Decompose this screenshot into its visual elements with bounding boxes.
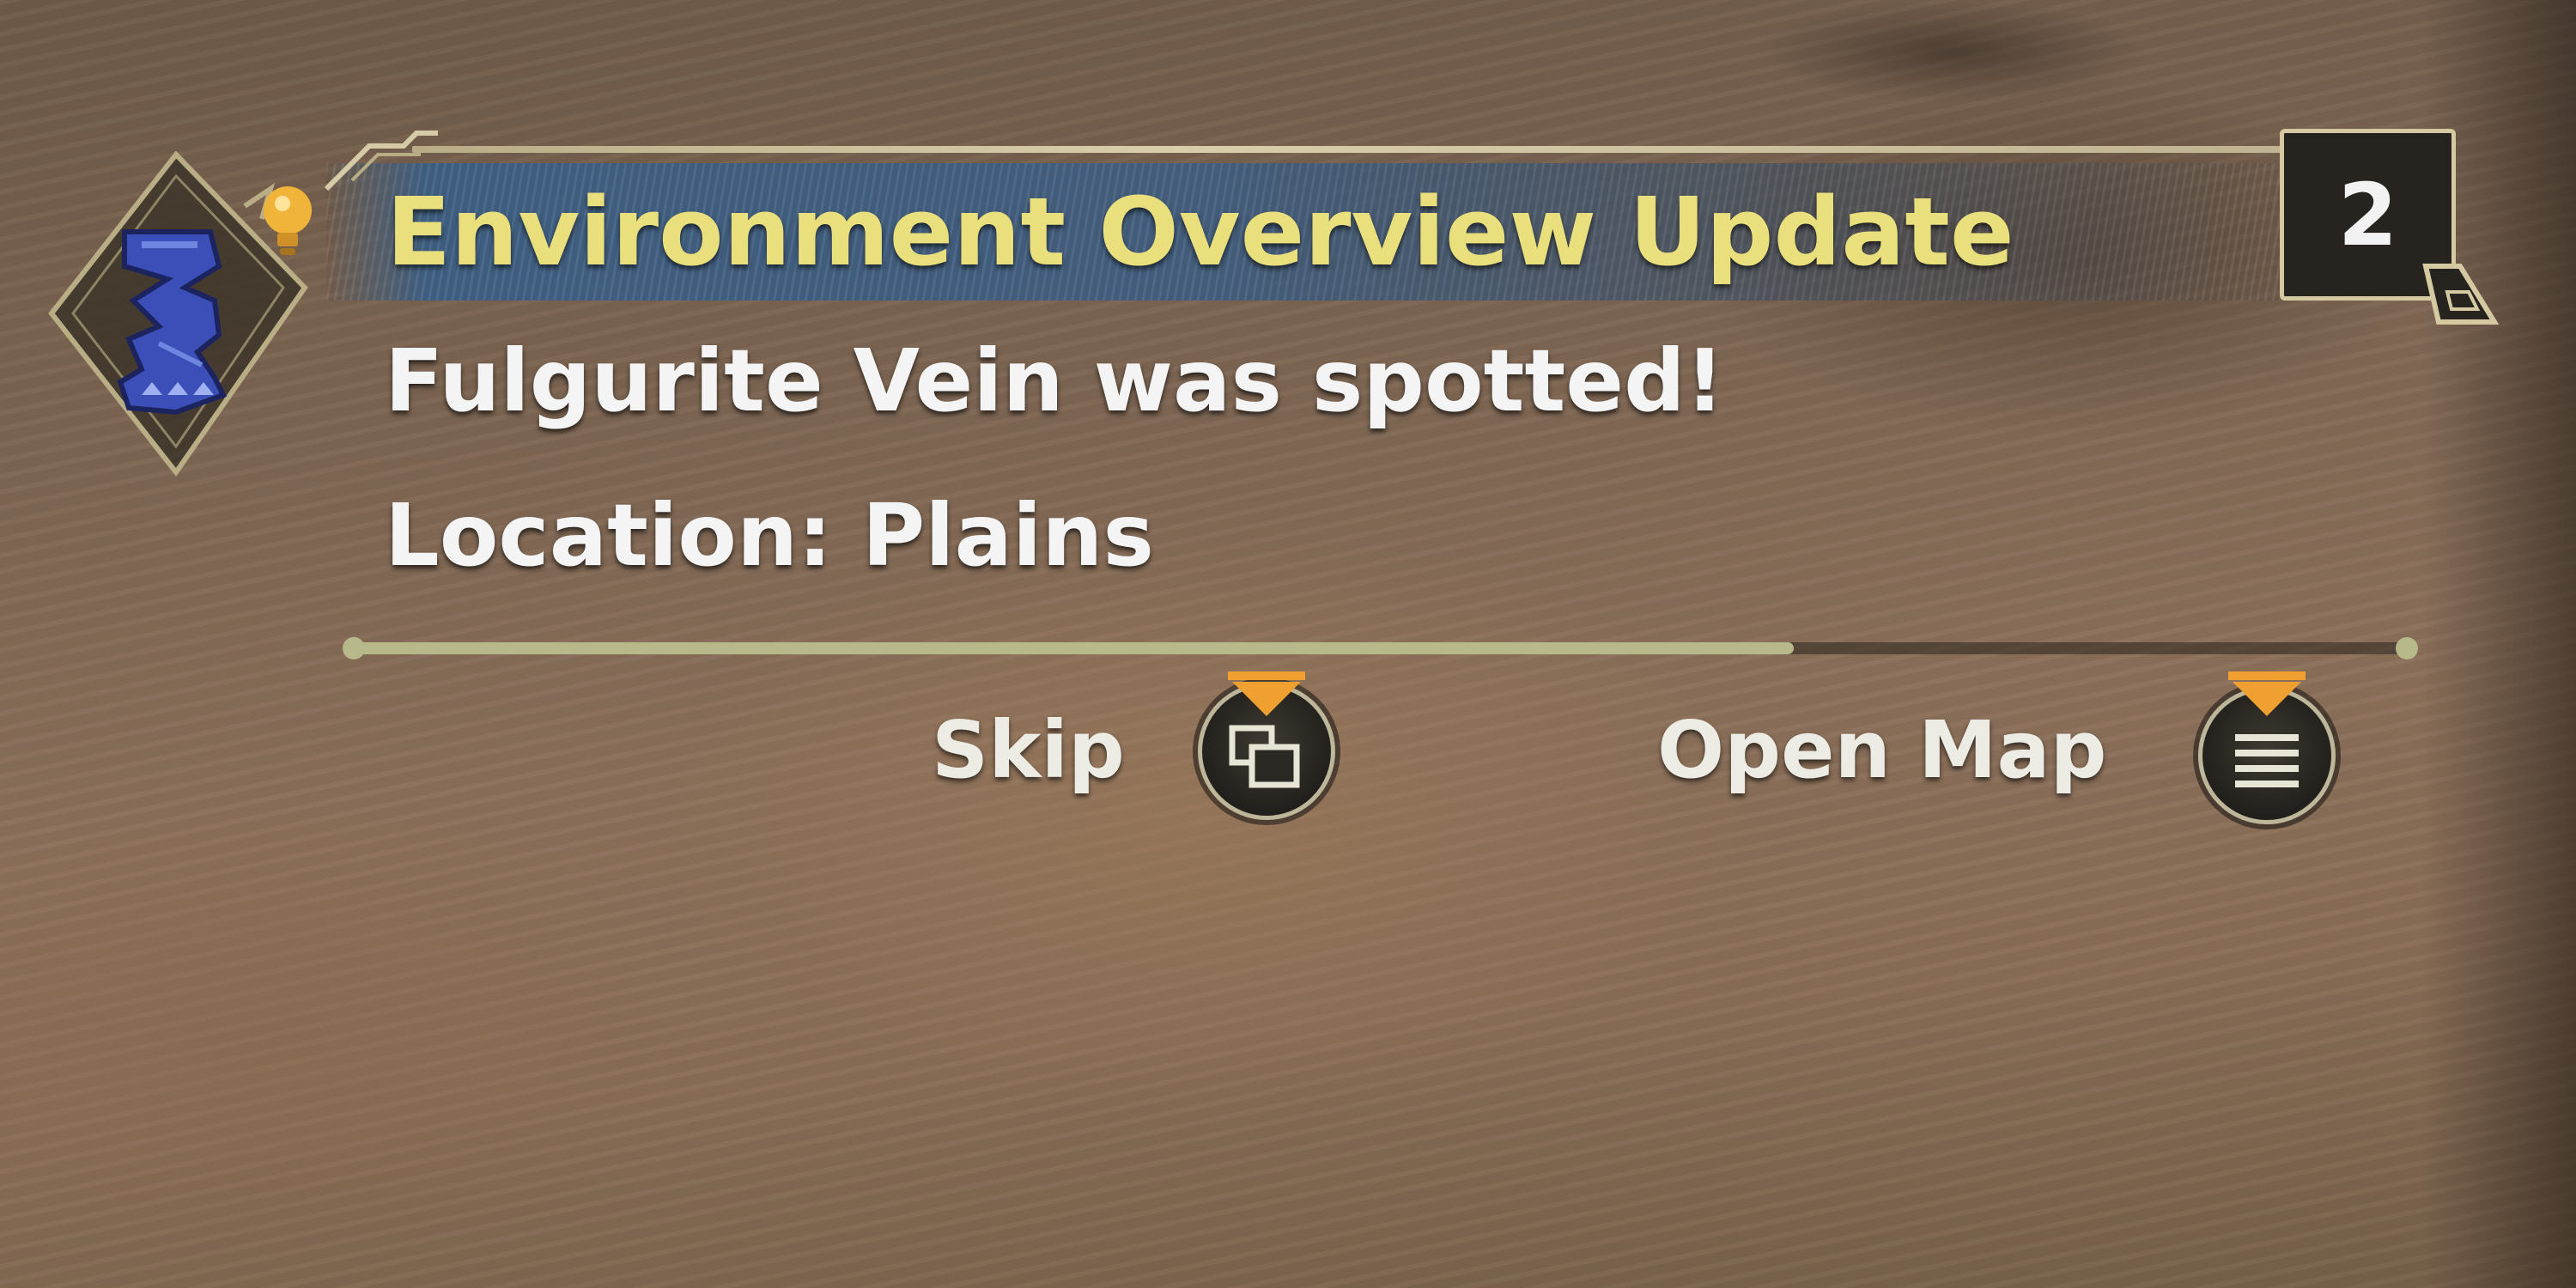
- progress-start-dot: [343, 637, 365, 659]
- banner-top-line: [412, 146, 2284, 153]
- skip-label: Skip: [932, 704, 1125, 796]
- notification-title: Environment Overview Update: [386, 177, 2014, 287]
- orange-down-arrow-icon: [2228, 671, 2306, 716]
- notification-location: Location: Plains: [385, 485, 1154, 586]
- background-shadow-top: [1760, 0, 2147, 103]
- counter-tail-ornament: [2422, 264, 2499, 325]
- notification-message: Fulgurite Vein was spotted!: [385, 331, 1725, 431]
- progress-end-dot: [2396, 637, 2418, 659]
- notification-timer-fill: [348, 642, 1794, 654]
- notification-timer-bar: [343, 637, 2418, 659]
- open-map-label: Open Map: [1657, 704, 2107, 796]
- orange-down-arrow-icon: [1228, 671, 1305, 716]
- lightbulb-icon: [264, 186, 312, 255]
- counter-value: 2: [2337, 164, 2398, 265]
